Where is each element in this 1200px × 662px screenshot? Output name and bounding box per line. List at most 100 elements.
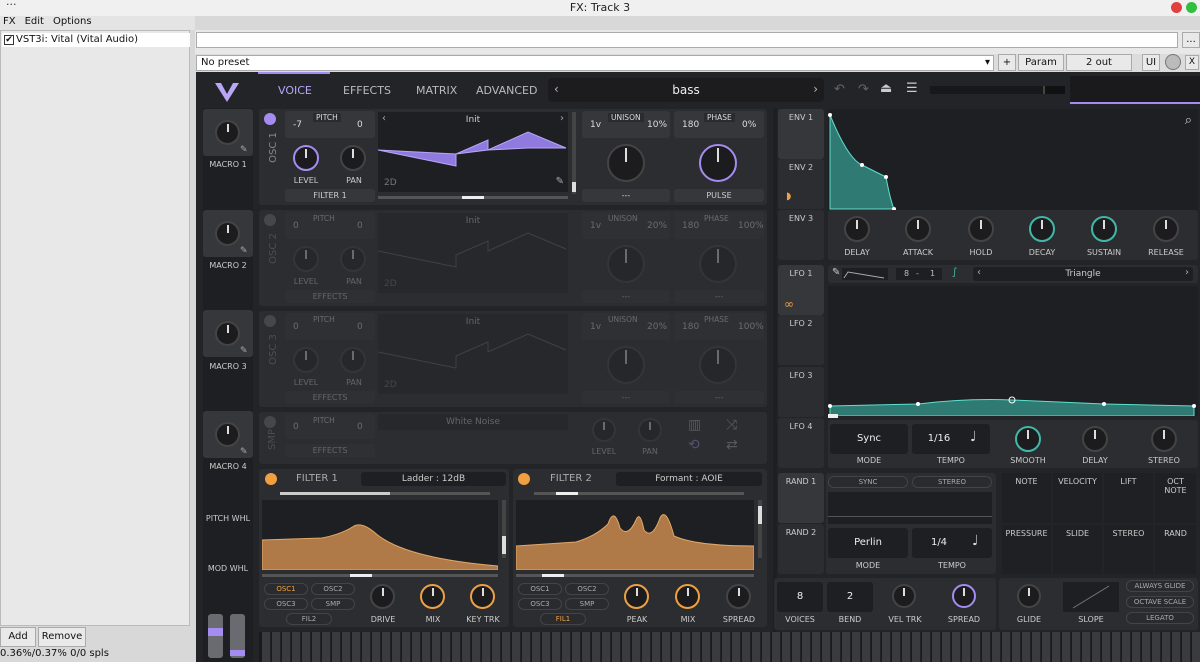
piano-key[interactable] bbox=[262, 632, 271, 662]
osc-1-distortion-select[interactable]: PULSE bbox=[674, 189, 764, 202]
filter-2-mix-knob[interactable] bbox=[675, 584, 700, 609]
add-preset-button[interactable]: + bbox=[998, 54, 1016, 71]
filter-1-cutoff-slider[interactable] bbox=[262, 574, 498, 577]
piano-key[interactable] bbox=[302, 632, 311, 662]
piano-key[interactable] bbox=[312, 632, 321, 662]
osc-1-destination[interactable]: FILTER 1 bbox=[285, 189, 375, 202]
window-menu-dots[interactable]: ··· bbox=[6, 0, 17, 11]
osc-2-pitch[interactable]: 0 PITCH 0 bbox=[285, 212, 375, 239]
random-phase-icon[interactable]: ⤨ bbox=[726, 417, 737, 433]
filter-1-route-smp[interactable]: SMP bbox=[311, 598, 355, 610]
piano-key[interactable] bbox=[632, 632, 641, 662]
piano-key[interactable] bbox=[1112, 632, 1121, 662]
osc-1-spectral-select[interactable]: --- bbox=[582, 189, 670, 202]
tab-voice[interactable]: VOICE bbox=[278, 84, 312, 97]
lfo-shape-select[interactable]: ‹ Triangle › bbox=[973, 267, 1193, 281]
osc-3-pan-knob[interactable] bbox=[340, 347, 366, 373]
piano-key[interactable] bbox=[832, 632, 841, 662]
piano-key[interactable] bbox=[982, 632, 991, 662]
env-3-tab[interactable]: ENV 3 bbox=[778, 210, 824, 260]
piano-key[interactable] bbox=[642, 632, 651, 662]
undo-icon[interactable]: ↶ bbox=[834, 82, 845, 97]
fx-chain-item[interactable]: ✔ VST3i: Vital (Vital Audio) bbox=[2, 33, 190, 47]
lfo-1-drag-icon[interactable]: ∞ bbox=[784, 297, 794, 311]
piano-key[interactable] bbox=[482, 632, 491, 662]
piano-key[interactable] bbox=[572, 632, 581, 662]
piano-key[interactable] bbox=[322, 632, 331, 662]
piano-key[interactable] bbox=[742, 632, 751, 662]
piano-key[interactable] bbox=[862, 632, 871, 662]
osc-1-unison-voices[interactable]: 1v bbox=[590, 120, 601, 130]
piano-key[interactable] bbox=[1142, 632, 1151, 662]
wet-knob[interactable] bbox=[1165, 54, 1181, 70]
slope-display[interactable] bbox=[1063, 582, 1119, 612]
osc-1-phase[interactable]: 180 PHASE 0% bbox=[674, 111, 764, 138]
env-hold-knob[interactable] bbox=[968, 216, 994, 242]
piano-key[interactable] bbox=[602, 632, 611, 662]
piano-key[interactable] bbox=[782, 632, 791, 662]
piano-key[interactable] bbox=[1082, 632, 1091, 662]
piano-key[interactable] bbox=[432, 632, 441, 662]
osc-3-distortion-select[interactable]: --- bbox=[674, 391, 764, 404]
lfo-tempo-select[interactable]: 1/16 ♩ bbox=[912, 424, 990, 454]
piano-key[interactable] bbox=[342, 632, 351, 662]
piano-key[interactable] bbox=[942, 632, 951, 662]
preset-browser[interactable]: ‹ bass › bbox=[548, 78, 824, 102]
piano-key[interactable] bbox=[442, 632, 451, 662]
filter-1-keytrack-knob[interactable] bbox=[470, 584, 495, 609]
filter-2-response[interactable] bbox=[515, 500, 755, 571]
lfo-curve-icon[interactable]: ∫ bbox=[952, 267, 957, 278]
save-icon[interactable]: ⏏ bbox=[880, 81, 892, 96]
piano-key[interactable] bbox=[412, 632, 421, 662]
piano-key[interactable] bbox=[882, 632, 891, 662]
piano-key[interactable] bbox=[812, 632, 821, 662]
osc-2-destination[interactable]: EFFECTS bbox=[285, 290, 375, 303]
rand-1-tab[interactable]: RAND 1 bbox=[778, 473, 824, 523]
remove-fx-button[interactable]: Remove bbox=[38, 627, 86, 647]
close-window-icon[interactable] bbox=[1171, 2, 1182, 13]
osc-3-unison[interactable]: 1v UNISON 20% bbox=[582, 313, 670, 340]
rand-2-tab[interactable]: RAND 2 bbox=[778, 524, 824, 574]
osc-3-pitch[interactable]: 0 PITCH 0 bbox=[285, 313, 375, 340]
piano-key[interactable] bbox=[622, 632, 631, 662]
macro-3-knob[interactable] bbox=[215, 321, 240, 346]
rand-stereo-button[interactable]: STEREO bbox=[912, 476, 992, 488]
piano-key[interactable] bbox=[1162, 632, 1171, 662]
smp-destination[interactable]: EFFECTS bbox=[285, 444, 375, 457]
filter-1-route-osc1[interactable]: OSC1 bbox=[264, 583, 308, 595]
mod-source-stereo[interactable]: STEREO bbox=[1104, 525, 1153, 574]
piano-key[interactable] bbox=[912, 632, 921, 662]
env-1-tab[interactable]: ENV 1 bbox=[778, 109, 824, 159]
lfo-3-tab[interactable]: LFO 3 bbox=[778, 367, 824, 417]
osc-3-phase-rand[interactable]: 100% bbox=[738, 322, 764, 332]
piano-key[interactable] bbox=[532, 632, 541, 662]
piano-key[interactable] bbox=[702, 632, 711, 662]
piano-key[interactable] bbox=[332, 632, 341, 662]
mod-source-rand[interactable]: RAND bbox=[1155, 525, 1196, 574]
piano-key[interactable] bbox=[792, 632, 801, 662]
piano-key[interactable] bbox=[282, 632, 291, 662]
prev-wave-icon[interactable]: ‹ bbox=[382, 113, 386, 124]
macro-1-edit-icon[interactable]: ✎ bbox=[240, 145, 248, 155]
piano-key[interactable] bbox=[932, 632, 941, 662]
rand-mode-select[interactable]: Perlin bbox=[828, 528, 908, 558]
octave-scale-button[interactable]: OCTAVE SCALE bbox=[1126, 596, 1194, 608]
rand-sync-button[interactable]: SYNC bbox=[828, 476, 908, 488]
piano-key[interactable] bbox=[872, 632, 881, 662]
piano-key[interactable] bbox=[512, 632, 521, 662]
legato-button[interactable]: LEGATO bbox=[1126, 612, 1194, 624]
osc-3-unison-knob[interactable] bbox=[607, 346, 645, 384]
piano-key[interactable] bbox=[842, 632, 851, 662]
piano-key[interactable] bbox=[722, 632, 731, 662]
piano-key[interactable] bbox=[732, 632, 741, 662]
lfo-graph[interactable] bbox=[828, 286, 1198, 417]
piano-key[interactable] bbox=[542, 632, 551, 662]
piano-key[interactable] bbox=[452, 632, 461, 662]
osc-1-transpose[interactable]: -7 bbox=[293, 120, 302, 130]
piano-key[interactable] bbox=[352, 632, 361, 662]
piano-key[interactable] bbox=[372, 632, 381, 662]
smp-sample-select[interactable]: White Noise bbox=[378, 414, 568, 430]
fx-enable-checkbox[interactable]: ✔ bbox=[4, 35, 14, 45]
filter-1-route-fil2[interactable]: FIL2 bbox=[286, 613, 332, 625]
smp-level-knob[interactable] bbox=[592, 418, 616, 442]
